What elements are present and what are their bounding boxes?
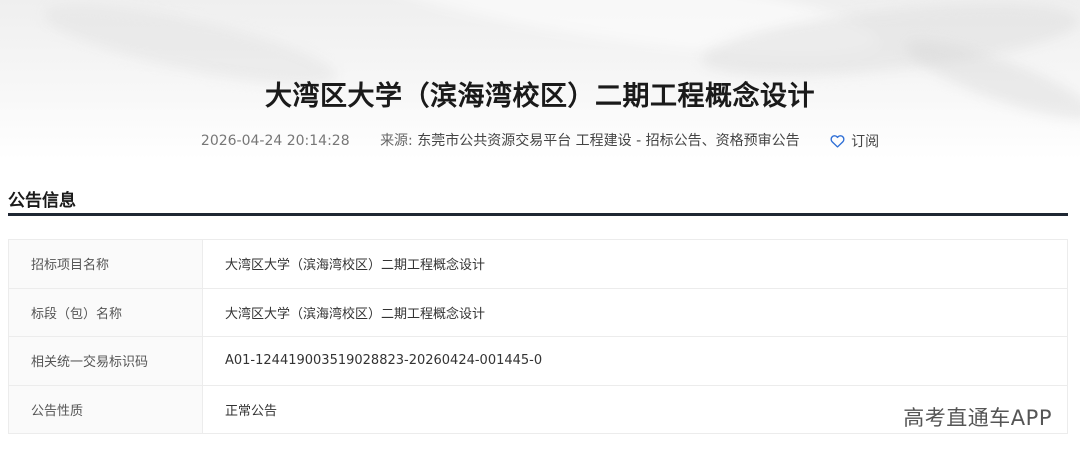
heart-icon bbox=[830, 135, 845, 148]
section-title: 公告信息 bbox=[8, 191, 76, 211]
meta-line: 2026-04-24 20:14:28 来源: 东莞市公共资源交易平台 工程建设… bbox=[0, 130, 1080, 151]
row-key: 公告性质 bbox=[8, 384, 203, 434]
app-watermark: 高考直通车APP bbox=[903, 406, 1052, 430]
source-label: 来源: bbox=[380, 133, 413, 149]
table-row: 标段（包）名称 大湾区大学（滨海湾校区）二期工程概念设计 bbox=[8, 287, 1068, 337]
page-title: 大湾区大学（滨海湾校区）二期工程概念设计 bbox=[265, 81, 815, 112]
section-divider bbox=[8, 213, 1068, 216]
row-key: 招标项目名称 bbox=[8, 239, 203, 289]
subscribe-label: 订阅 bbox=[851, 134, 880, 150]
table-row: 相关统一交易标识码 A01-124419003519028823-2026042… bbox=[8, 336, 1068, 386]
row-value: 大湾区大学（滨海湾校区）二期工程概念设计 bbox=[202, 239, 1068, 289]
row-key: 相关统一交易标识码 bbox=[8, 336, 203, 386]
subscribe-button[interactable]: 订阅 bbox=[830, 131, 879, 151]
row-value: 大湾区大学（滨海湾校区）二期工程概念设计 bbox=[202, 287, 1068, 337]
publish-datetime: 2026-04-24 20:14:28 bbox=[200, 133, 350, 149]
row-value: A01-124419003519028823-20260424-001445-0 bbox=[202, 336, 1068, 386]
table-row: 招标项目名称 大湾区大学（滨海湾校区）二期工程概念设计 bbox=[8, 239, 1068, 289]
row-key: 标段（包）名称 bbox=[8, 287, 203, 337]
source-value: 东莞市公共资源交易平台 工程建设 - 招标公告、资格预审公告 bbox=[417, 133, 800, 149]
